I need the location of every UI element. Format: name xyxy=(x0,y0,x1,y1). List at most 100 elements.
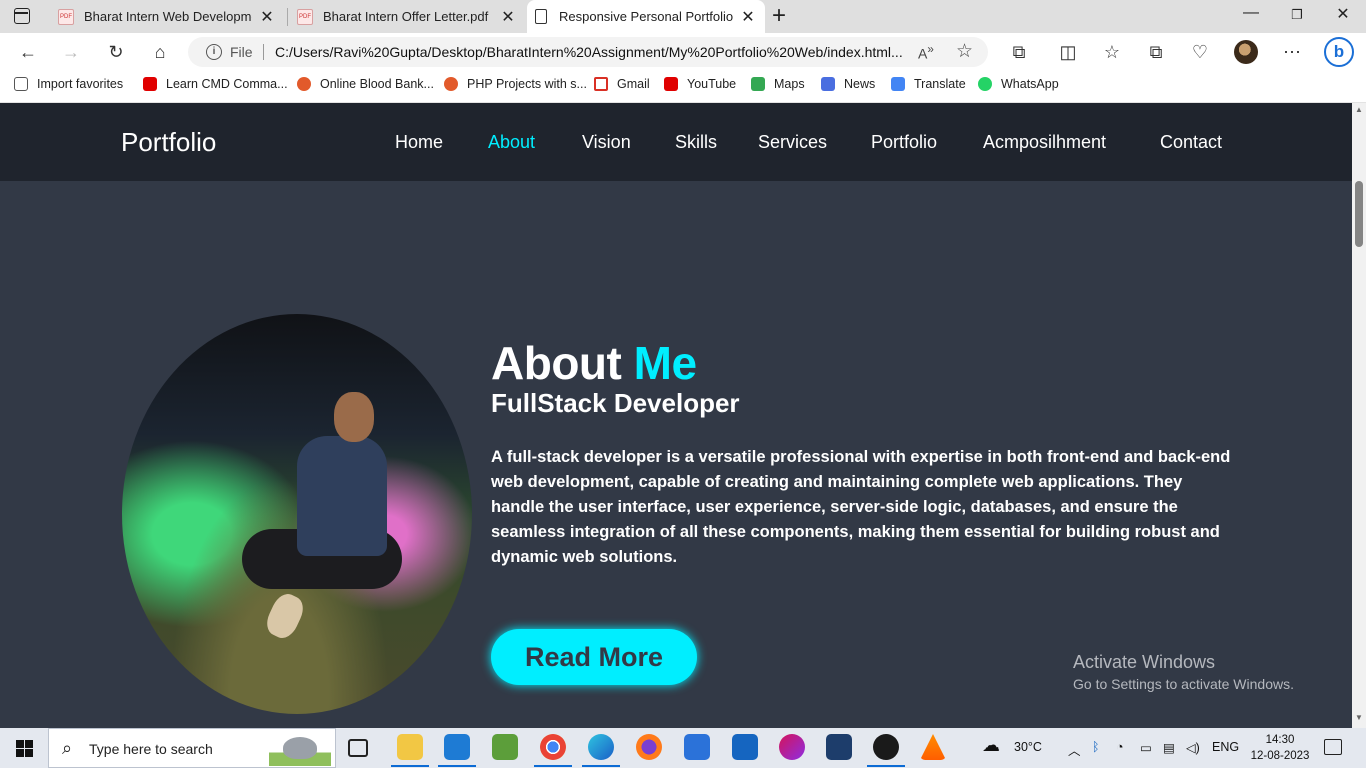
close-tab-icon[interactable]: ✕ xyxy=(258,7,276,27)
mail-icon[interactable] xyxy=(732,734,758,760)
address-url[interactable]: C:/Users/Ravi%20Gupta/Desktop/BharatInte… xyxy=(275,44,915,60)
favorites-bar: Import favorites Learn CMD Comma... Onli… xyxy=(0,71,1366,103)
home-icon[interactable]: ⌂ xyxy=(146,39,174,65)
store-icon[interactable] xyxy=(684,734,710,760)
refresh-icon[interactable]: ↻ xyxy=(102,39,130,65)
about-subheading: FullStack Developer xyxy=(491,388,740,418)
restore-button[interactable]: ❐ xyxy=(1274,7,1320,23)
scroll-down-icon[interactable]: ▼ xyxy=(1355,713,1363,722)
back-arrow-icon[interactable]: ← xyxy=(14,39,42,65)
nav-contact[interactable]: Contact xyxy=(1160,132,1222,153)
favorites-icon[interactable]: ☆ xyxy=(1098,39,1126,65)
fav-maps[interactable]: Maps xyxy=(751,77,805,91)
nav-vision[interactable]: Vision xyxy=(582,132,631,153)
search-placeholder: Type here to search xyxy=(89,741,213,757)
clock-date: 12-08-2023 xyxy=(1250,750,1310,762)
collections-icon[interactable]: ⧉ xyxy=(1142,39,1170,65)
fav-label: Learn CMD Comma... xyxy=(166,77,288,91)
taskbar-search[interactable]: ⌕ Type here to search xyxy=(48,728,336,768)
browser-essentials-icon[interactable]: ♡ xyxy=(1186,39,1214,65)
nav-about[interactable]: About xyxy=(488,132,535,153)
fav-youtube[interactable]: YouTube xyxy=(664,77,736,91)
fav-gmail[interactable]: Gmail xyxy=(594,77,650,91)
scroll-thumb[interactable] xyxy=(1355,181,1363,247)
weather-temperature[interactable]: 30°C xyxy=(1014,740,1042,754)
task-view-icon[interactable] xyxy=(348,739,368,757)
fav-news[interactable]: News xyxy=(821,77,875,91)
pdf-icon: PDF xyxy=(58,8,74,25)
close-window-button[interactable]: ✕ xyxy=(1320,4,1366,24)
address-scheme: File xyxy=(230,44,253,60)
notepad-icon[interactable] xyxy=(492,734,518,760)
firefox-icon[interactable] xyxy=(636,734,662,760)
vlc-icon[interactable] xyxy=(920,734,946,760)
import-icon xyxy=(14,77,28,91)
close-tab-icon[interactable]: ✕ xyxy=(499,7,517,27)
site-logo[interactable]: Portfolio xyxy=(121,127,216,158)
forward-arrow-icon[interactable]: → xyxy=(57,39,85,65)
fav-blood-bank[interactable]: Online Blood Bank... xyxy=(297,77,434,91)
fav-learn-cmd[interactable]: Learn CMD Comma... xyxy=(143,77,288,91)
about-paragraph: A full-stack developer is a versatile pr… xyxy=(491,448,1231,566)
windows-start-icon[interactable] xyxy=(16,740,33,757)
browser-tab-2[interactable]: PDF Bharat Intern Offer Letter.pdf ✕ xyxy=(291,0,523,33)
fav-php-projects[interactable]: PHP Projects with s... xyxy=(444,77,587,91)
about-section: About Me FullStack Developer A full-stac… xyxy=(0,181,1352,728)
tab-actions-icon[interactable] xyxy=(14,8,30,24)
bluetooth-icon[interactable]: ᛒ xyxy=(1092,740,1100,754)
nav-skills[interactable]: Skills xyxy=(675,132,717,153)
read-aloud-icon[interactable]: A» xyxy=(918,43,934,62)
split-screen-icon[interactable]: ◫ xyxy=(1054,39,1082,65)
nav-services[interactable]: Services xyxy=(758,132,827,153)
favorite-star-icon[interactable]: ☆ xyxy=(956,40,973,63)
nav-accomplishment[interactable]: Acmposilhment xyxy=(983,132,1106,153)
network-icon[interactable]: ▤ xyxy=(1163,740,1175,755)
sql-server-icon[interactable] xyxy=(826,734,852,760)
close-tab-icon[interactable]: ✕ xyxy=(739,7,757,27)
fav-label: News xyxy=(844,77,876,91)
chrome-icon[interactable] xyxy=(534,734,572,767)
browser-tab-bar: PDF Bharat Intern Web Development ✕ PDF … xyxy=(0,0,1366,33)
search-highlight-image xyxy=(269,732,331,766)
nav-portfolio[interactable]: Portfolio xyxy=(871,132,937,153)
edge-icon[interactable] xyxy=(582,734,620,767)
more-menu-icon[interactable]: ⋯ xyxy=(1278,39,1306,65)
tab-title: Bharat Intern Offer Letter.pdf xyxy=(323,9,489,24)
volume-icon[interactable]: ◁) xyxy=(1186,740,1200,755)
fav-label: PHP Projects with s... xyxy=(467,77,587,91)
site-icon xyxy=(444,77,458,91)
wifi-icon[interactable]: ◔ xyxy=(1116,740,1124,754)
fav-label: Gmail xyxy=(617,77,650,91)
minimize-button[interactable]: — xyxy=(1228,4,1274,22)
show-hidden-icons-icon[interactable]: ︿ xyxy=(1068,740,1081,759)
media-player-icon[interactable] xyxy=(867,734,905,767)
fav-whatsapp[interactable]: WhatsApp xyxy=(978,77,1059,91)
address-bar[interactable]: i File C:/Users/Ravi%20Gupta/Desktop/Bha… xyxy=(188,37,988,67)
youtube-icon xyxy=(664,77,678,91)
nav-home[interactable]: Home xyxy=(395,132,443,153)
language-indicator[interactable]: ENG xyxy=(1212,740,1239,754)
read-more-button[interactable]: Read More xyxy=(491,629,697,685)
wps-icon[interactable] xyxy=(779,734,805,760)
profile-avatar[interactable] xyxy=(1234,40,1258,64)
activate-windows-subtitle: Go to Settings to activate Windows. xyxy=(1073,676,1294,692)
fav-translate[interactable]: Translate xyxy=(891,77,966,91)
extensions-icon[interactable]: ⧉ xyxy=(1005,39,1033,65)
battery-icon[interactable]: ▭ xyxy=(1140,740,1152,755)
new-tab-button[interactable]: + xyxy=(772,2,786,30)
notifications-icon[interactable] xyxy=(1324,739,1342,755)
heading-text: About xyxy=(491,337,622,389)
info-icon[interactable]: i xyxy=(206,44,222,60)
page-scrollbar[interactable]: ▲ ▼ xyxy=(1352,103,1366,728)
weather-icon[interactable]: ☁ xyxy=(982,735,1000,756)
browser-tab-active[interactable]: Responsive Personal Portfolio We ✕ xyxy=(527,0,765,33)
bing-icon[interactable]: b xyxy=(1324,37,1354,67)
taskbar-clock[interactable]: 14:30 12-08-2023 xyxy=(1250,732,1310,764)
file-explorer-icon[interactable] xyxy=(391,734,429,767)
scroll-up-icon[interactable]: ▲ xyxy=(1355,105,1363,114)
site-header: Portfolio Home About Vision Skills Servi… xyxy=(0,103,1352,181)
fav-import-favorites[interactable]: Import favorites xyxy=(14,77,123,91)
browser-tab-1[interactable]: PDF Bharat Intern Web Development ✕ xyxy=(52,0,282,33)
photo-detail xyxy=(297,436,387,556)
vscode-icon[interactable] xyxy=(438,734,476,767)
